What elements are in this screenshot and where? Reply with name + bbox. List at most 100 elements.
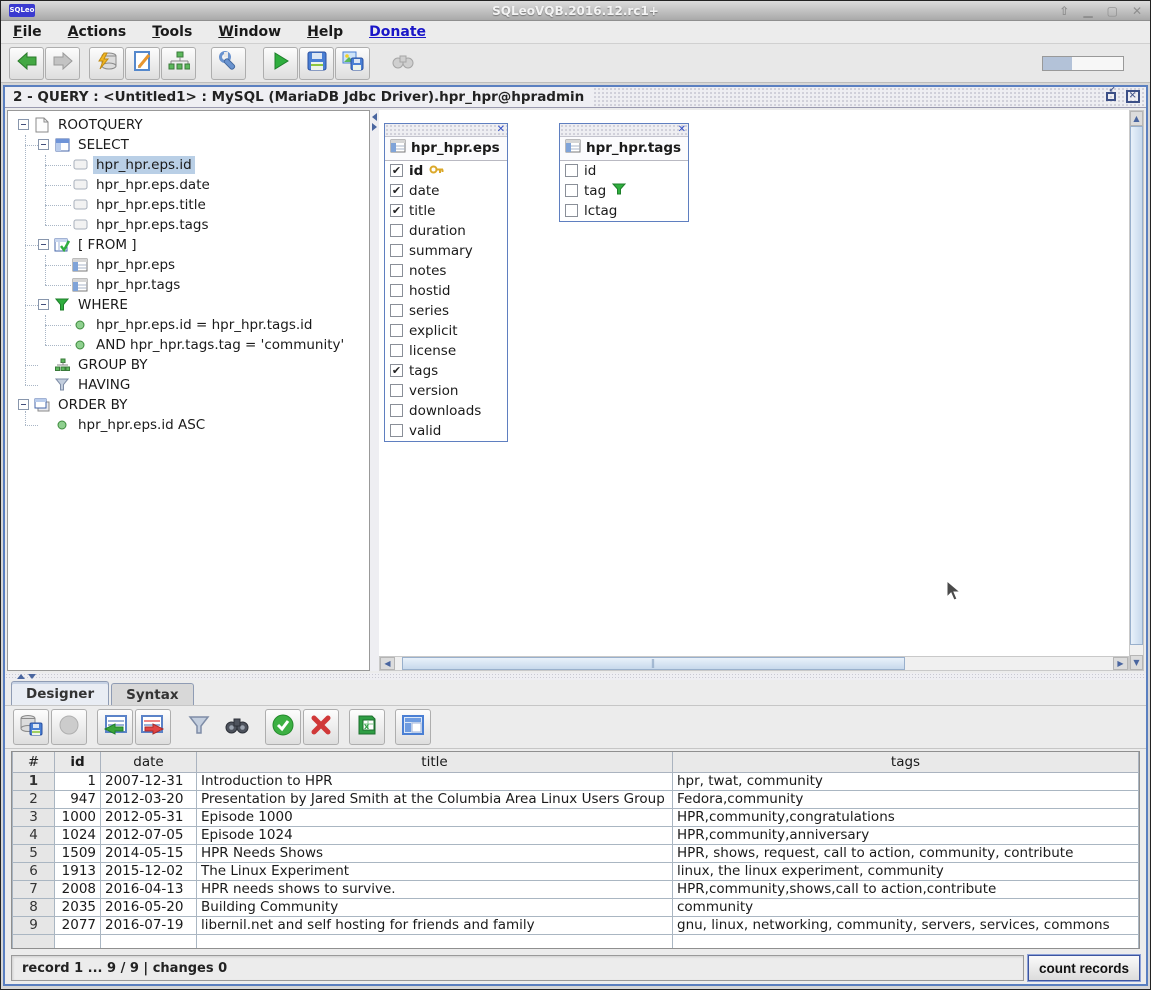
tree-node-orderby[interactable]: ORDER BY [8,395,369,415]
col-header-tags[interactable]: tags [673,752,1139,772]
field-checkbox[interactable] [565,204,578,217]
collapse-right-icon[interactable] [372,123,377,131]
scrollbar-thumb[interactable]: ‖ [402,657,905,670]
export-excel-button[interactable]: x [349,709,385,745]
shade-icon[interactable]: ⇧ [1059,5,1069,17]
field-checkbox[interactable] [390,384,403,397]
tree-node-table[interactable]: hpr_hpr.eps [8,255,369,275]
cancel-changes-button[interactable] [303,709,339,745]
grid-row[interactable]: 515092014-05-15HPR Needs ShowsHPR, shows… [13,844,1139,862]
grid-row[interactable]: 112007-12-31Introduction to HPRhpr, twat… [13,772,1139,790]
tree-node-select[interactable]: SELECT [8,135,369,155]
field-checkbox[interactable] [390,324,403,337]
menu-actions[interactable]: Actions [68,24,127,40]
menu-donate-link[interactable]: Donate [369,24,426,40]
field-row[interactable]: summary [385,241,507,261]
horizontal-splitter[interactable] [5,673,1146,680]
collapse-left-icon[interactable] [372,113,377,121]
col-header-id[interactable]: id [55,752,101,772]
tree-node-where[interactable]: WHERE [8,295,369,315]
scroll-up-icon[interactable]: ▲ [1130,111,1143,126]
save-button[interactable] [299,47,334,80]
card-titlebar[interactable]: ✕ [560,124,688,137]
field-checkbox[interactable] [390,404,403,417]
filter-results-button[interactable] [181,709,217,745]
tree-node-condition[interactable]: AND hpr_hpr.tags.tag = 'community' [8,335,369,355]
grid-row[interactable]: 720082016-04-13HPR needs shows to surviv… [13,880,1139,898]
grid-row[interactable]: 410242012-07-05Episode 1024HPR,community… [13,826,1139,844]
col-header-date[interactable]: date [101,752,197,772]
tree-node-groupby[interactable]: GROUP BY [8,355,369,375]
scrollbar-thumb[interactable] [1130,126,1143,645]
field-row[interactable]: explicit [385,321,507,341]
next-record-button[interactable] [135,709,171,745]
menu-window[interactable]: Window [218,24,281,40]
field-checkbox[interactable] [565,184,578,197]
find-button[interactable] [385,47,420,80]
field-row[interactable]: license [385,341,507,361]
card-close-icon[interactable]: ✕ [497,124,505,136]
tree-node-order-item[interactable]: hpr_hpr.eps.id ASC [8,415,369,435]
col-header-rownum[interactable]: # [13,752,55,772]
restore-icon[interactable] [1102,89,1119,104]
field-row[interactable]: ✔date [385,181,507,201]
field-checkbox[interactable] [390,304,403,317]
grid-row[interactable]: 820352016-05-20Building Communitycommuni… [13,898,1139,916]
field-row[interactable]: ✔id [385,161,507,181]
field-row[interactable]: version [385,381,507,401]
grid-row[interactable]: 310002012-05-31Episode 1000HPR,community… [13,808,1139,826]
collapse-up-icon[interactable] [17,674,25,679]
field-checkbox[interactable] [390,244,403,257]
field-checkbox[interactable] [390,344,403,357]
tree-node-from[interactable]: [ FROM ] [8,235,369,255]
card-header[interactable]: hpr_hpr.eps [385,137,507,161]
layout-panel-button[interactable] [395,709,431,745]
grid-row[interactable]: 29472012-03-20Presentation by Jared Smit… [13,790,1139,808]
field-checkbox[interactable] [565,164,578,177]
expander-icon[interactable] [38,239,49,250]
table-card-tags[interactable]: ✕ hpr_hpr.tags id tag lctag [559,123,689,222]
field-checkbox[interactable] [390,264,403,277]
count-records-button[interactable]: count records [1028,955,1140,981]
back-button[interactable] [9,47,44,80]
menu-tools[interactable]: Tools [152,24,192,40]
scroll-right-icon[interactable]: ▶ [1113,657,1128,670]
tree-node-table[interactable]: hpr_hpr.tags [8,275,369,295]
field-row[interactable]: ✔tags [385,361,507,381]
edit-query-button[interactable] [125,47,160,80]
table-card-eps[interactable]: ✕ hpr_hpr.eps ✔id ✔date ✔title duration … [384,123,508,442]
tree-node-rootquery[interactable]: ROOTQUERY [8,115,369,135]
expander-icon[interactable] [38,299,49,310]
tree-node-having[interactable]: HAVING [8,375,369,395]
field-checkbox[interactable] [390,284,403,297]
query-frame-titlebar[interactable]: 2 - QUERY : <Untitled1> : MySQL (MariaDB… [5,87,1146,108]
expander-icon[interactable] [38,139,49,150]
frame-close-icon[interactable]: ✕ [1124,89,1141,104]
card-titlebar[interactable]: ✕ [385,124,507,137]
field-row[interactable]: downloads [385,401,507,421]
apply-changes-button[interactable] [265,709,301,745]
scroll-down-icon[interactable]: ▼ [1130,655,1143,670]
design-canvas[interactable]: ✕ hpr_hpr.eps ✔id ✔date ✔title duration … [379,110,1129,656]
tree-node-column[interactable]: hpr_hpr.eps.date [8,175,369,195]
field-checkbox[interactable]: ✔ [390,164,403,177]
tree-node-condition[interactable]: hpr_hpr.eps.id = hpr_hpr.tags.id [8,315,369,335]
vertical-scrollbar[interactable]: ▲ ▼ [1129,110,1144,671]
tab-designer[interactable]: Designer [11,681,109,705]
metadata-refresh-button[interactable] [89,47,124,80]
card-close-icon[interactable]: ✕ [678,124,686,136]
maximize-icon[interactable]: ▢ [1107,5,1118,17]
field-row[interactable]: id [560,161,688,181]
field-row[interactable]: duration [385,221,507,241]
expander-icon[interactable] [18,119,29,130]
tab-syntax[interactable]: Syntax [111,683,193,705]
field-row[interactable]: hostid [385,281,507,301]
db-save-button[interactable] [13,709,49,745]
col-header-title[interactable]: title [197,752,673,772]
field-checkbox[interactable]: ✔ [390,364,403,377]
stop-button[interactable] [51,709,87,745]
menu-file[interactable]: File [13,24,42,40]
field-checkbox[interactable] [390,224,403,237]
search-results-button[interactable] [219,709,255,745]
field-checkbox[interactable] [390,424,403,437]
